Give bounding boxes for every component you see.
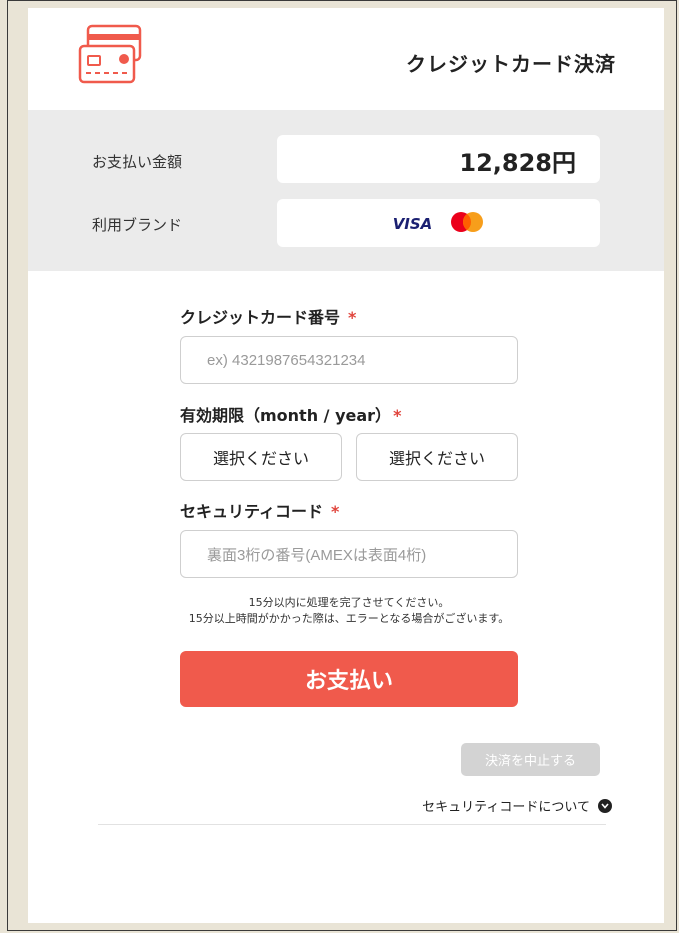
cancel-payment-button[interactable]: 決済を中止する (461, 743, 600, 776)
amount-box: 12,828円 (277, 135, 600, 183)
page-title: クレジットカード決済 (406, 52, 616, 76)
security-code-input[interactable]: 裏面3桁の番号(AMEXは表面4桁) (180, 530, 518, 578)
window-frame: クレジットカード決済 お支払い金額 12,828円 利用ブランド VISA クレ… (7, 0, 677, 931)
expiry-year-select[interactable]: 選択ください (356, 433, 518, 481)
card-number-label-text: クレジットカード番号 (180, 308, 341, 327)
security-code-info-link[interactable]: セキュリティコードについて (422, 796, 612, 815)
header: クレジットカード決済 (28, 8, 664, 110)
brand-box: VISA (277, 199, 600, 247)
credit-card-icon (78, 22, 144, 88)
required-mark: * (393, 406, 402, 425)
mastercard-logo (450, 211, 484, 237)
notice-line-2: 15分以上時間がかかった際は、エラーとなる場合がございます。 (188, 612, 510, 625)
card-number-input[interactable]: ex) 4321987654321234 (180, 336, 518, 384)
amount-value: 12,828円 (459, 149, 576, 177)
card-number-label: クレジットカード番号 * (180, 304, 356, 328)
expiry-label-text: 有効期限（month / year） (180, 406, 392, 425)
payment-panel: クレジットカード決済 お支払い金額 12,828円 利用ブランド VISA クレ… (28, 8, 664, 923)
amount-label: お支払い金額 (92, 153, 183, 171)
brand-label: 利用ブランド (92, 216, 183, 234)
required-mark: * (348, 308, 357, 327)
expiry-label: 有効期限（month / year） * (180, 402, 401, 426)
notice-line-1: 15分以内に処理を完了させてください。 (248, 596, 450, 609)
security-code-label-text: セキュリティコード (180, 502, 324, 521)
pay-button[interactable]: お支払い (180, 651, 518, 707)
visa-logo: VISA (392, 215, 433, 233)
payment-summary: お支払い金額 12,828円 利用ブランド VISA (28, 110, 664, 271)
required-mark: * (331, 502, 340, 521)
expiry-month-select[interactable]: 選択ください (180, 433, 342, 481)
brand-logos: VISA (277, 211, 600, 237)
security-code-info-text: セキュリティコードについて (422, 800, 590, 815)
divider (98, 824, 606, 825)
chevron-down-icon (598, 798, 612, 813)
time-limit-notice: 15分以内に処理を完了させてください。 15分以上時間がかかった際は、エラーとな… (28, 595, 670, 627)
security-code-label: セキュリティコード * (180, 498, 339, 522)
